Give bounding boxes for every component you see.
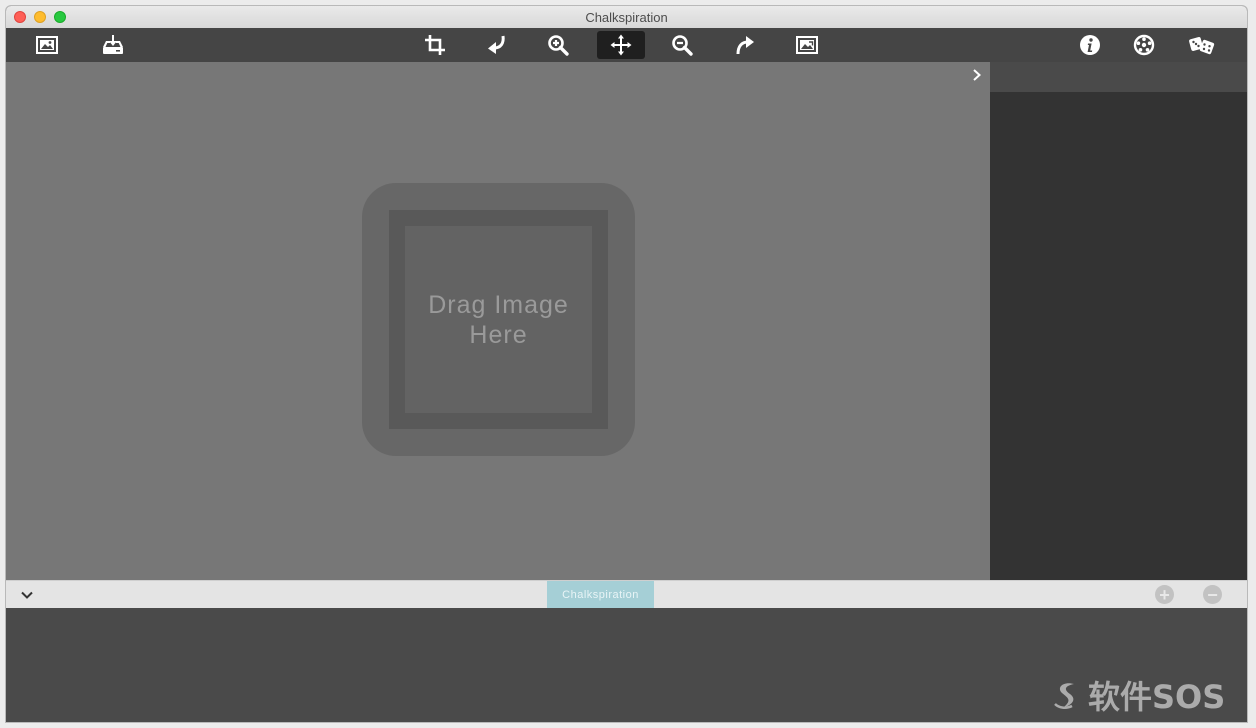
save-image-icon <box>103 35 123 54</box>
window-title: Chalkspiration <box>585 10 668 25</box>
watermark-text: 软件SOS <box>1088 678 1226 716</box>
undo-button[interactable] <box>476 31 516 59</box>
drop-zone-line-1: Drag Image <box>428 290 569 319</box>
undo-icon <box>488 35 505 54</box>
image-canvas[interactable]: Drag Image Here <box>6 62 990 580</box>
drop-zone-text: Drag Image Here <box>405 226 592 413</box>
info-icon <box>1080 35 1100 55</box>
zoom-out-icon <box>672 35 693 56</box>
title-bar: Chalkspiration <box>6 6 1247 29</box>
add-button[interactable]: + <box>1155 585 1174 604</box>
crop-icon <box>425 35 445 55</box>
tab-chalkspiration[interactable]: Chalkspiration <box>547 581 654 608</box>
export-image-button[interactable] <box>787 31 827 59</box>
save-image-button[interactable] <box>93 31 133 59</box>
drop-zone-frame: Drag Image Here <box>389 210 608 429</box>
settings-button[interactable] <box>1124 31 1164 59</box>
drop-zone-line-2: Here <box>469 320 528 349</box>
redo-icon <box>736 36 754 55</box>
open-image-icon <box>36 36 58 54</box>
zoom-out-button[interactable] <box>662 31 702 59</box>
watermark: 软件SOS <box>1050 675 1226 716</box>
side-panel-header <box>990 62 1247 92</box>
side-panel <box>990 92 1247 580</box>
export-image-icon <box>796 36 818 54</box>
dice-icon <box>1189 37 1215 55</box>
app-window: Chalkspiration Drag Image Here Chalkspir… <box>6 6 1247 722</box>
move-button[interactable] <box>597 31 645 59</box>
image-drop-zone[interactable]: Drag Image Here <box>362 183 635 456</box>
open-image-button[interactable] <box>27 31 67 59</box>
info-button[interactable] <box>1070 31 1110 59</box>
zoom-in-icon <box>548 35 569 56</box>
settings-icon <box>1133 34 1155 56</box>
remove-button[interactable]: − <box>1203 585 1222 604</box>
crop-button[interactable] <box>415 31 455 59</box>
move-icon <box>610 34 632 56</box>
plus-icon: + <box>1159 584 1170 605</box>
minus-icon: − <box>1207 584 1218 605</box>
redo-button[interactable] <box>725 31 765 59</box>
expand-panel-chevron-right-icon[interactable] <box>968 68 986 86</box>
collapse-chevron-down-icon[interactable] <box>18 586 36 604</box>
toolbar <box>6 28 1247 63</box>
bottom-tab-strip: Chalkspiration + − <box>6 580 1247 609</box>
dice-button[interactable] <box>1182 31 1222 59</box>
zoom-in-button[interactable] <box>538 31 578 59</box>
watermark-logo-icon <box>1054 683 1074 709</box>
